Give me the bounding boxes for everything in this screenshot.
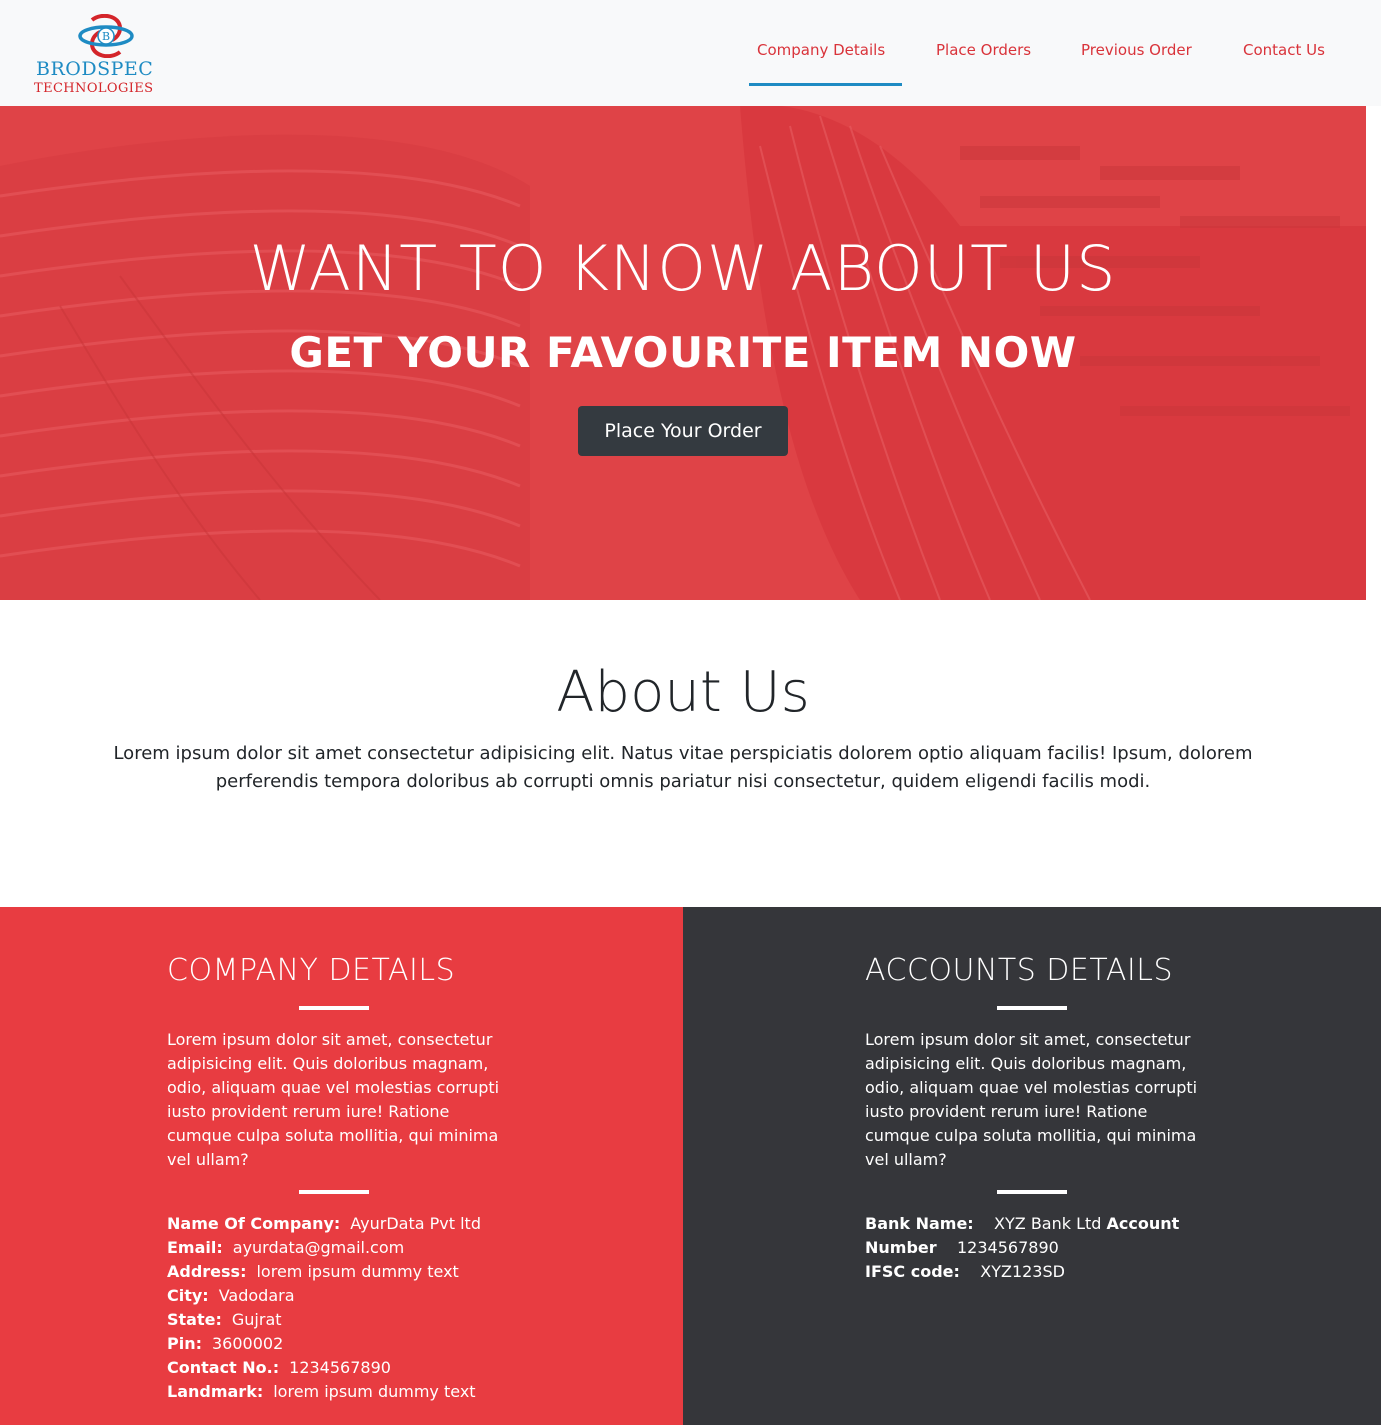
company-details-text: Lorem ipsum dolor sit amet, consectetur … <box>167 1030 500 1169</box>
field-value: lorem ipsum dummy text <box>273 1382 476 1401</box>
accounts-details-panel: ACCOUNTS DETAILS Lorem ipsum dolor sit a… <box>683 907 1381 1425</box>
company-details-content: COMPANY DETAILS Lorem ipsum dolor sit am… <box>167 953 512 1404</box>
ifsc-value: XYZ123SD <box>980 1262 1065 1281</box>
company-field-pin: Pin: 3600002 <box>167 1332 512 1356</box>
nav-contact-us[interactable]: Contact Us <box>1243 41 1325 59</box>
hero-subtitle: GET YOUR FAVOURITE ITEM NOW <box>289 328 1077 377</box>
navbar: B BRODSPEC TECHNOLOGIES Company Details … <box>0 0 1381 106</box>
nav-active-indicator <box>749 83 902 86</box>
hero-banner: WANT TO KNOW ABOUT US GET YOUR FAVOURITE… <box>0 106 1366 600</box>
about-text: Lorem ipsum dolor sit amet consectetur a… <box>60 740 1306 796</box>
company-details-panel: COMPANY DETAILS Lorem ipsum dolor sit am… <box>0 907 683 1425</box>
logo-sub-text: TECHNOLOGIES <box>34 81 154 96</box>
about-text-line-2: perferendis tempora doloribus ab corrupt… <box>215 771 1151 792</box>
company-field-address: Address: lorem ipsum dummy text <box>167 1260 512 1284</box>
divider <box>997 1190 1067 1194</box>
field-label: Pin: <box>167 1334 202 1353</box>
accounts-fields: Bank Name: XYZ Bank Ltd Account Number 1… <box>865 1212 1210 1284</box>
account-label-part-1: Account <box>1106 1214 1180 1233</box>
brand-logo[interactable]: B BRODSPEC TECHNOLOGIES <box>30 10 190 98</box>
place-your-order-button[interactable]: Place Your Order <box>578 406 788 456</box>
field-value: ayurdata@gmail.com <box>232 1238 405 1257</box>
account-label-part-2: Number <box>865 1238 937 1257</box>
accounts-details-content: ACCOUNTS DETAILS Lorem ipsum dolor sit a… <box>865 953 1210 1284</box>
ifsc-label: IFSC code: <box>865 1262 960 1281</box>
company-field-name: Name Of Company: AyurData Pvt ltd <box>167 1212 512 1236</box>
nav-company-details[interactable]: Company Details <box>757 41 885 59</box>
account-number-value: 1234567890 <box>957 1238 1059 1257</box>
bank-name-value: XYZ Bank Ltd <box>994 1214 1102 1233</box>
field-label: City: <box>167 1286 209 1305</box>
field-value: AyurData Pvt ltd <box>350 1214 481 1233</box>
field-label: Landmark: <box>167 1382 264 1401</box>
field-label: Contact No.: <box>167 1358 280 1377</box>
company-field-city: City: Vadodara <box>167 1284 512 1308</box>
field-label: Address: <box>167 1262 247 1281</box>
about-text-line-1: Lorem ipsum dolor sit amet consectetur a… <box>113 743 1253 764</box>
company-field-email: Email: ayurdata@gmail.com <box>167 1236 512 1260</box>
divider <box>299 1190 369 1194</box>
divider <box>997 1006 1067 1010</box>
nav-place-orders[interactable]: Place Orders <box>936 41 1031 59</box>
company-details-heading: COMPANY DETAILS <box>167 953 456 988</box>
nav-previous-order[interactable]: Previous Order <box>1081 41 1192 59</box>
logo-brand-text: BRODSPEC <box>36 58 154 80</box>
field-label: Name Of Company: <box>167 1214 341 1233</box>
hero-title: WANT TO KNOW ABOUT US <box>249 232 1117 305</box>
accounts-details-text: Lorem ipsum dolor sit amet, consectetur … <box>865 1030 1198 1169</box>
divider <box>299 1006 369 1010</box>
field-value: Vadodara <box>218 1286 295 1305</box>
company-fields: Name Of Company: AyurData Pvt ltd Email: a… <box>167 1212 512 1404</box>
brodspec-logo-icon: B <box>78 14 134 58</box>
company-field-contact: Contact No.: 1234567890 <box>167 1356 512 1380</box>
about-title: About Us <box>556 660 810 725</box>
field-value: lorem ipsum dummy text <box>256 1262 459 1281</box>
bank-name-label: Bank Name: <box>865 1214 974 1233</box>
accounts-details-heading: ACCOUNTS DETAILS <box>865 953 1173 988</box>
field-value: 3600002 <box>212 1334 284 1353</box>
field-value: 1234567890 <box>289 1358 391 1377</box>
field-label: Email: <box>167 1238 223 1257</box>
company-field-state: State: Gujrat <box>167 1308 512 1332</box>
field-value: Gujrat <box>231 1310 282 1329</box>
logo-mark-letter: B <box>102 30 110 43</box>
company-field-landmark: Landmark: lorem ipsum dummy text <box>167 1380 512 1404</box>
field-label: State: <box>167 1310 222 1329</box>
